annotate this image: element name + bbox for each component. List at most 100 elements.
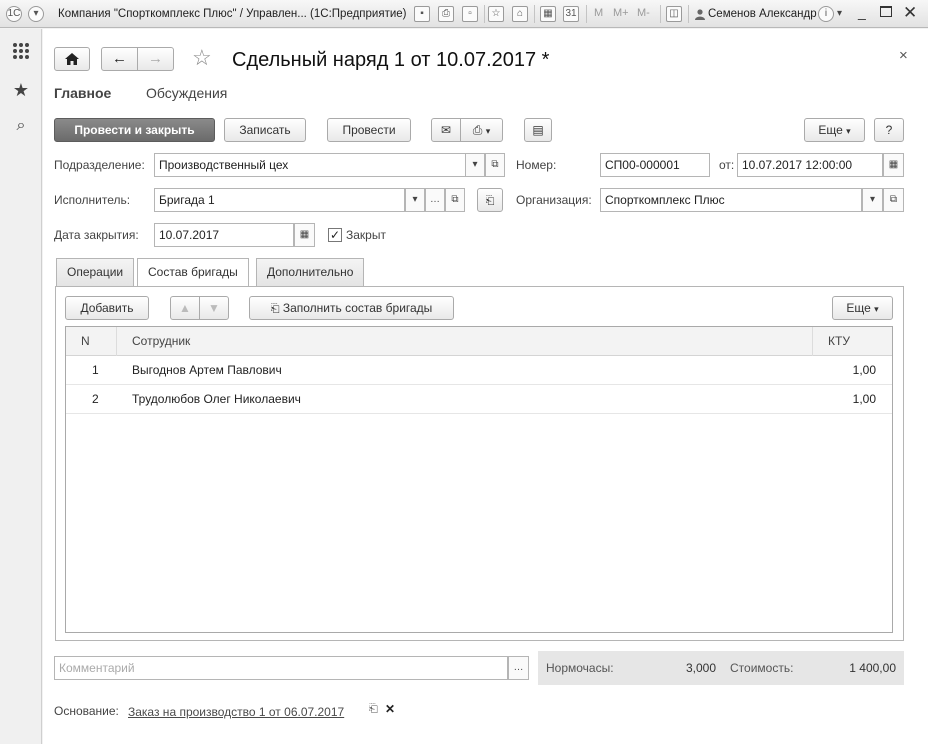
calendar-icon[interactable]: 31 (563, 6, 579, 22)
number-field[interactable]: СП00-000001 (600, 153, 710, 177)
department-open-button[interactable]: ⧉ (485, 153, 505, 177)
arrow-up-icon: ▲ (179, 301, 191, 315)
executor-dropdown-button[interactable]: ▾ (405, 188, 425, 212)
fill-icon: ⎗ (270, 303, 280, 315)
ellipsis-icon: … (430, 194, 440, 205)
open-icon: ⧉ (491, 159, 499, 170)
maximize-icon[interactable] (880, 6, 892, 17)
help-button[interactable]: ? (874, 118, 904, 142)
favorite-star-icon[interactable]: ☆ (192, 46, 212, 70)
back-button[interactable]: ← (101, 47, 138, 71)
menu-grid-icon[interactable] (10, 41, 32, 63)
memory-m-plus-button[interactable]: M+ (613, 7, 629, 19)
minimize-icon[interactable]: _ (858, 4, 866, 20)
preview-icon[interactable]: ▫ (462, 6, 478, 22)
add-button[interactable]: Добавить (65, 296, 149, 320)
comment-edit-button[interactable]: … (508, 656, 529, 680)
column-divider (116, 327, 117, 356)
tab-additional[interactable]: Дополнительно (256, 258, 365, 286)
organization-open-button[interactable]: ⧉ (883, 188, 904, 212)
department-field[interactable]: Производственный цех (154, 153, 485, 177)
column-header-ktu[interactable]: КТУ (828, 327, 850, 356)
column-header-employee[interactable]: Сотрудник (132, 327, 190, 356)
print-dropdown-button[interactable]: ⎙ ▾ (460, 118, 503, 142)
forward-button[interactable]: → (137, 47, 174, 71)
document-title: Сдельный наряд 1 от 10.07.2017 * (232, 49, 550, 71)
hours-value: 3,000 (685, 661, 716, 675)
separator (660, 5, 661, 23)
select-basis-icon[interactable]: ⎗ (369, 703, 378, 716)
info-icon[interactable]: i (818, 6, 834, 22)
report-button[interactable]: ▤ (524, 118, 552, 142)
column-header-n[interactable]: N (81, 327, 90, 356)
organization-field[interactable]: Спорткомплекс Плюс (600, 188, 862, 212)
tab-operations[interactable]: Операции (56, 258, 135, 286)
calendar-icon: ▦ (299, 229, 310, 240)
print-icon[interactable]: ⎙ (438, 6, 454, 22)
tab-team[interactable]: Состав бригады (137, 258, 249, 287)
history-icon[interactable]: ⌂ (512, 6, 528, 22)
open-icon: ⧉ (451, 194, 459, 205)
hours-label: Нормочасы: (546, 661, 614, 675)
save-button[interactable]: Записать (224, 118, 306, 142)
fill-executor-button[interactable]: ⎗ (477, 188, 503, 212)
arrow-down-icon: ▼ (208, 301, 220, 315)
history-scroll-icon[interactable]: ⌕ (10, 115, 32, 137)
move-down-button[interactable]: ▼ (199, 296, 229, 320)
app-logo-icon[interactable]: 1С (6, 6, 22, 22)
table-more-label: Еще (846, 301, 871, 315)
organization-label: Организация: (516, 193, 592, 207)
favorites-icon[interactable]: ☆ (488, 6, 504, 22)
memory-m-minus-button[interactable]: M- (637, 7, 650, 19)
section-tab-discussions[interactable]: Обсуждения (146, 85, 227, 101)
arrow-right-icon: → (148, 50, 163, 67)
more-button-label: Еще (818, 123, 843, 137)
close-icon[interactable]: ✕ (903, 3, 917, 23)
printer-icon: ⎙ (472, 123, 483, 137)
date-field[interactable]: 10.07.2017 12:00:00 (737, 153, 883, 177)
memory-m-button[interactable]: M (594, 7, 603, 19)
calculator-icon[interactable]: ▦ (540, 6, 556, 22)
section-tab-main[interactable]: Главное (54, 85, 111, 101)
panels-icon[interactable]: ◫ (666, 6, 682, 22)
home-button[interactable] (54, 47, 90, 71)
clear-basis-icon[interactable]: ✕ (385, 702, 395, 716)
close-date-label: Дата закрытия: (54, 228, 139, 242)
envelope-icon: ✉ (440, 123, 452, 137)
cost-value: 1 400,00 (849, 661, 896, 675)
close-date-field[interactable]: 10.07.2017 (154, 223, 294, 247)
chevron-down-icon[interactable]: ▾ (28, 6, 44, 22)
user-name[interactable]: Семенов Александр (708, 0, 817, 28)
table-more-button[interactable]: Еще ▾ (832, 296, 893, 320)
table-row[interactable]: 2 Трудолюбов Олег Николаевич 1,00 (66, 385, 892, 414)
date-calendar-button[interactable]: ▦ (883, 153, 904, 177)
separator (688, 5, 689, 23)
chevron-down-icon[interactable]: ▾ (837, 8, 842, 19)
comment-field[interactable]: Комментарий (54, 656, 508, 680)
column-divider (812, 327, 813, 356)
executor-open-button[interactable]: ⧉ (445, 188, 465, 212)
row-employee: Трудолюбов Олег Николаевич (132, 392, 301, 406)
closed-checkbox[interactable]: ✓ (328, 228, 342, 242)
close-date-calendar-button[interactable]: ▦ (294, 223, 315, 247)
move-up-button[interactable]: ▲ (170, 296, 200, 320)
department-dropdown-button[interactable]: ▾ (465, 153, 485, 177)
save-icon[interactable]: ▪ (414, 6, 430, 22)
favorites-star-icon[interactable]: ★ (10, 79, 32, 101)
organization-dropdown-button[interactable]: ▾ (862, 188, 883, 212)
post-and-close-button[interactable]: Провести и закрыть (54, 118, 215, 142)
fill-team-button[interactable]: ⎗ Заполнить состав бригады (249, 296, 454, 320)
fill-team-label: Заполнить состав бригады (282, 301, 433, 315)
post-button[interactable]: Провести (327, 118, 411, 142)
window-titlebar: 1С ▾ Компания "Спорткомплекс Плюс" / Упр… (0, 0, 928, 28)
basis-link[interactable]: Заказ на производство 1 от 06.07.2017 (128, 705, 344, 719)
row-ktu: 1,00 (852, 392, 876, 406)
executor-field[interactable]: Бригада 1 (154, 188, 405, 212)
number-label: Номер: (516, 158, 557, 172)
table-row[interactable]: 1 Выгоднов Артем Павлович 1,00 (66, 356, 892, 385)
executor-select-button[interactable]: … (425, 188, 445, 212)
close-form-icon[interactable]: × (899, 47, 908, 64)
more-button[interactable]: Еще ▾ (804, 118, 865, 142)
executor-label: Исполнитель: (54, 193, 131, 207)
email-button[interactable]: ✉ (431, 118, 461, 142)
